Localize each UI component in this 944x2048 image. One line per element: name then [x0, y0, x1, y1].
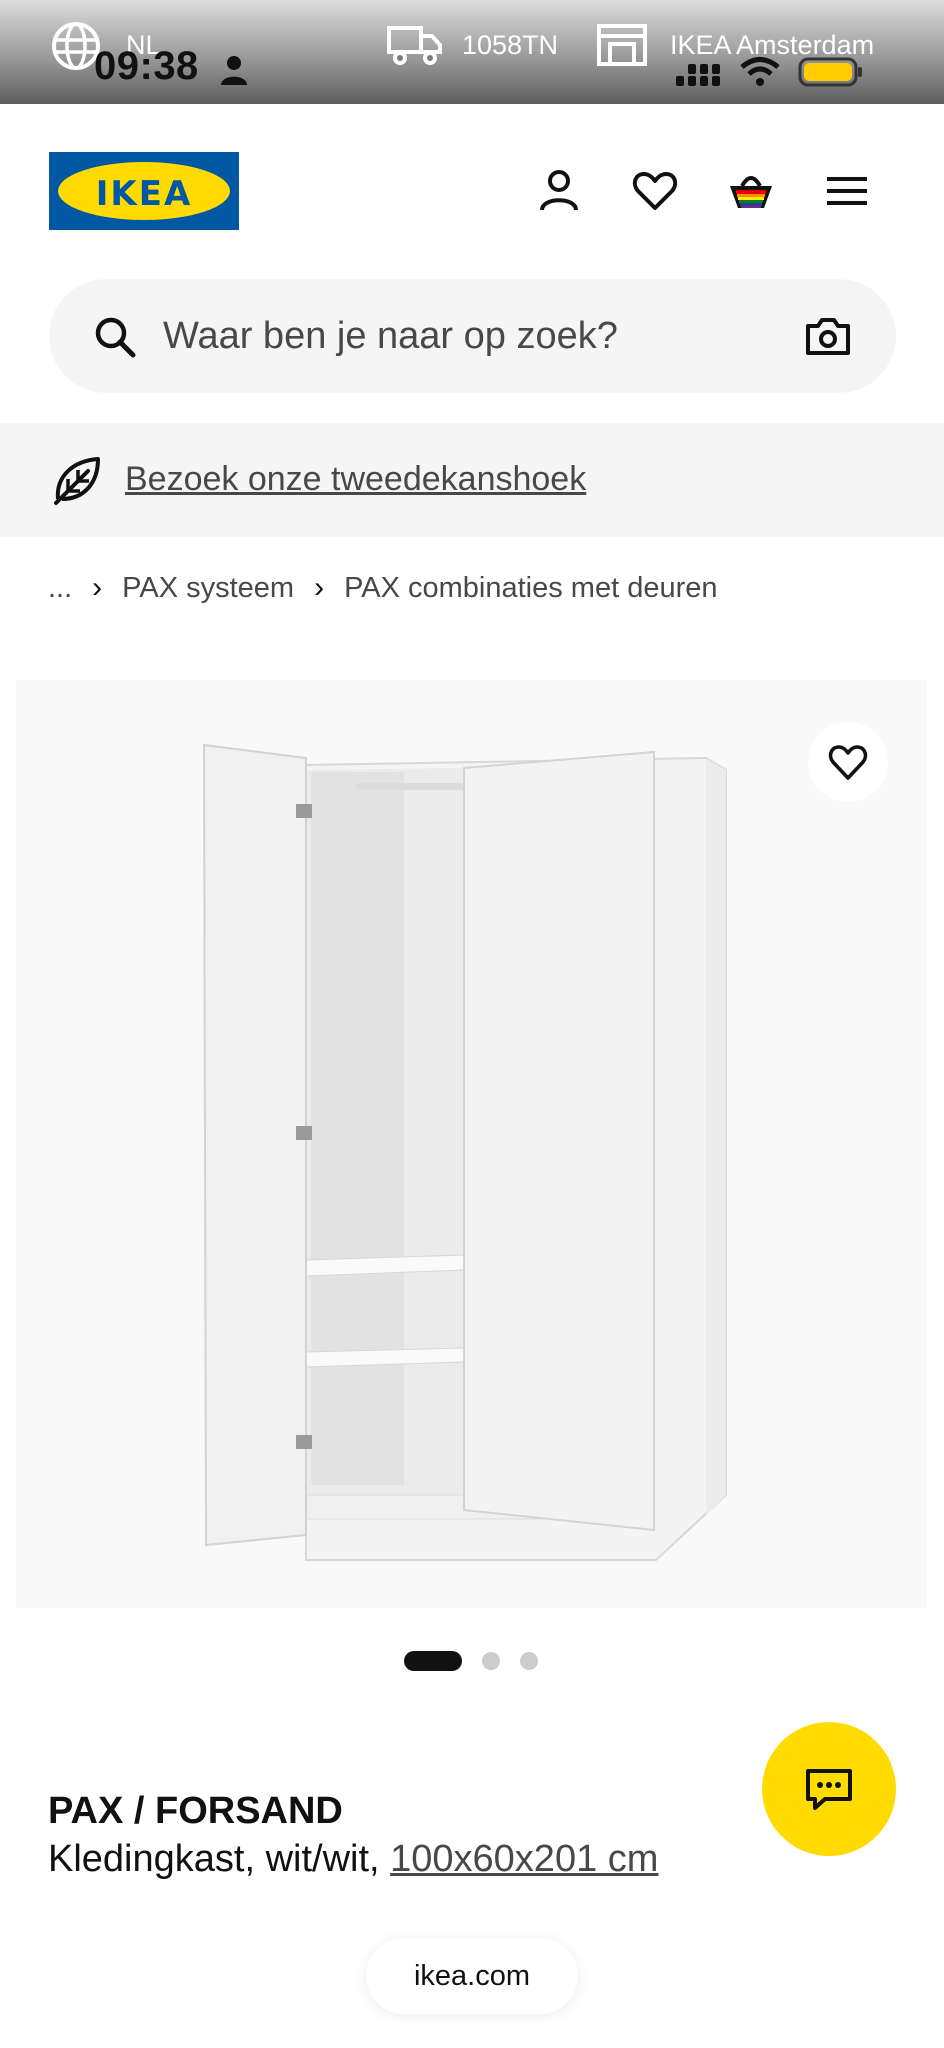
truck-icon[interactable]: [386, 22, 444, 66]
product-name: PAX / FORSAND: [48, 1790, 343, 1832]
site-header: IKEA: [0, 104, 944, 274]
leaf-icon: [54, 457, 100, 505]
camera-icon[interactable]: [805, 313, 851, 359]
carousel-dot-1[interactable]: [404, 1651, 462, 1671]
cart-icon[interactable]: [726, 166, 776, 216]
clock-time: 09:38: [94, 44, 199, 88]
promo-banner: Bezoek onze tweedekanshoek: [0, 423, 944, 537]
store-icon[interactable]: [596, 22, 648, 68]
product-description: Kledingkast, wit/wit, 100x60x201 cm: [48, 1838, 658, 1881]
carousel-indicators: [404, 1650, 558, 1672]
ikea-logo[interactable]: IKEA: [49, 152, 239, 230]
carousel-dot-2[interactable]: [482, 1652, 500, 1670]
menu-icon[interactable]: [822, 166, 872, 216]
chevron-right-icon: ›: [92, 571, 103, 604]
breadcrumb-item-pax-systeem[interactable]: PAX systeem: [122, 572, 294, 605]
breadcrumb-ellipsis[interactable]: ...: [48, 572, 72, 605]
profile-icon[interactable]: [534, 166, 584, 216]
signal-icon: [676, 64, 720, 86]
carousel-dot-3[interactable]: [520, 1652, 538, 1670]
status-bar: NL 09:38 1058TN IKEA Amsterdam: [0, 0, 944, 104]
breadcrumb-item-pax-combinaties[interactable]: PAX combinaties met deuren: [344, 572, 717, 605]
favorite-button[interactable]: [808, 722, 888, 802]
search-input[interactable]: Waar ben je naar op zoek?: [163, 315, 618, 358]
wifi-icon: [740, 57, 780, 86]
product-image[interactable]: [16, 680, 927, 1608]
person-icon: [221, 56, 247, 85]
wardrobe-illustration: [202, 743, 727, 1561]
heart-icon: [828, 745, 868, 780]
chat-icon: [806, 1769, 852, 1810]
chevron-right-icon: ›: [314, 571, 325, 604]
url-text[interactable]: ikea.com: [414, 1960, 530, 1993]
logo-text: IKEA: [95, 174, 193, 214]
wishlist-icon[interactable]: [630, 166, 680, 216]
second-chance-link[interactable]: Bezoek onze tweedekanshoek: [125, 460, 586, 499]
chat-button[interactable]: [762, 1722, 896, 1856]
breadcrumb: ... › PAX systeem › PAX combinaties met …: [48, 568, 718, 608]
postcode-label[interactable]: 1058TN: [462, 30, 558, 61]
url-bar[interactable]: ikea.com: [366, 1938, 578, 2014]
search-bar[interactable]: Waar ben je naar op zoek?: [49, 279, 896, 393]
product-description-text: Kledingkast, wit/wit,: [48, 1838, 391, 1880]
search-icon: [95, 317, 136, 358]
product-size-link[interactable]: 100x60x201 cm: [390, 1838, 658, 1880]
battery-icon: [798, 57, 862, 87]
